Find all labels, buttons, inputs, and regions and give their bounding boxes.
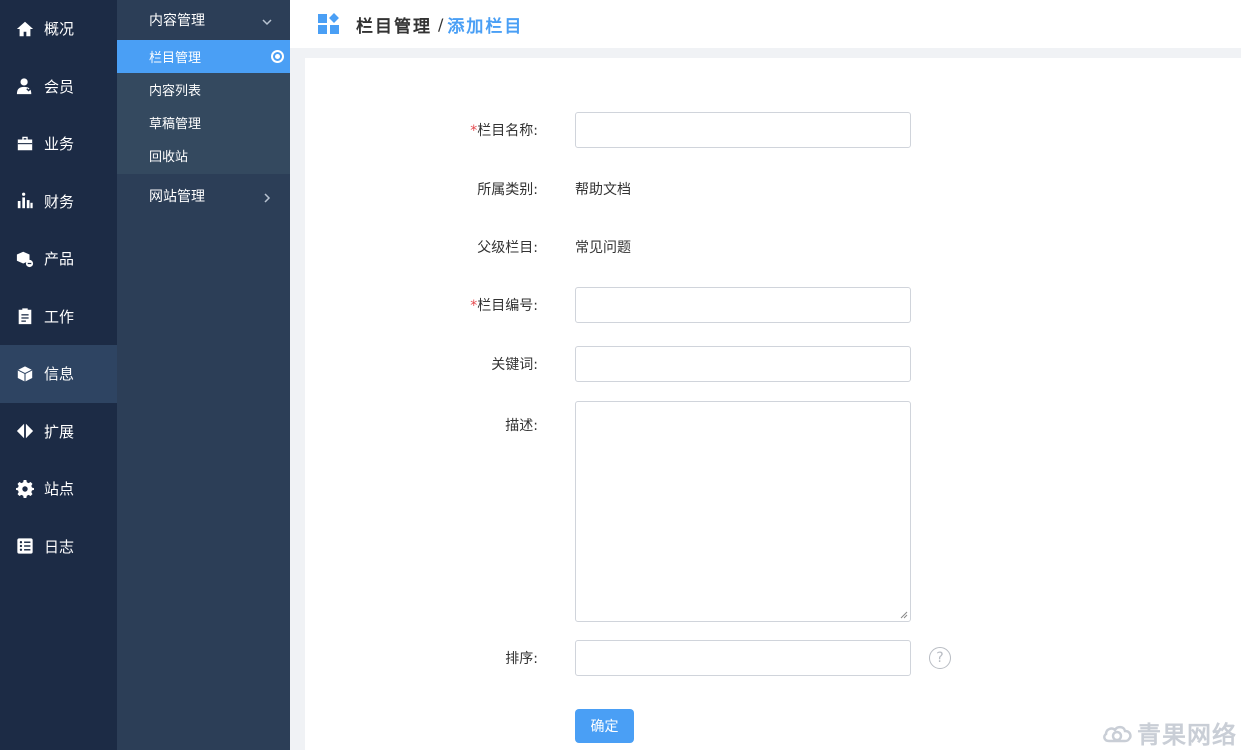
nav-label: 信息 — [44, 365, 75, 384]
field-label: 排序: — [505, 651, 538, 667]
help-question-icon[interactable]: ? — [929, 647, 951, 669]
page-header: 栏目管理 / 添加栏目 — [290, 0, 1241, 48]
resize-handle-icon[interactable] — [900, 611, 908, 619]
home-icon — [16, 20, 34, 38]
breadcrumb-separator: / — [438, 14, 444, 34]
nav-item-finance[interactable]: 财务 — [0, 173, 117, 231]
sub-item-column-management[interactable]: 栏目管理 — [117, 40, 290, 73]
sub-item-drafts[interactable]: 草稿管理 — [117, 106, 290, 139]
sort-order-input[interactable] — [575, 640, 911, 676]
column-code-input[interactable] — [575, 287, 911, 323]
field-label: *栏目名称: — [470, 123, 538, 139]
chevron-down-icon — [262, 15, 272, 26]
dashboard-grid-icon — [318, 13, 339, 34]
finance-chart-icon — [16, 192, 34, 210]
field-label: 关键词: — [491, 357, 538, 373]
nav-label: 业务 — [44, 135, 75, 154]
form-row-name: *栏目名称: — [305, 112, 1241, 148]
primary-sidebar: 概况 会员 业务 财务 产品 工作 信息 扩展 站点 日志 — [0, 0, 117, 750]
field-label: *栏目编号: — [470, 298, 538, 314]
breadcrumb-parent[interactable]: 栏目管理 — [356, 12, 432, 37]
nav-item-extension[interactable]: 扩展 — [0, 403, 117, 461]
menu-group-items: 栏目管理 内容列表 草稿管理 回收站 — [117, 40, 290, 174]
cube-icon — [16, 365, 34, 383]
nav-label: 产品 — [44, 250, 75, 269]
sub-item-label: 栏目管理 — [149, 51, 202, 66]
nav-label: 站点 — [44, 480, 75, 499]
field-label: 描述: — [505, 418, 538, 434]
cloud-logo-icon — [1103, 725, 1132, 742]
clipboard-icon — [16, 307, 34, 325]
description-textarea[interactable] — [575, 401, 911, 622]
briefcase-icon — [16, 135, 34, 153]
active-indicator-icon — [271, 50, 284, 63]
field-label: 父级栏目: — [477, 240, 538, 256]
category-value: 帮助文档 — [575, 182, 631, 198]
nav-item-members[interactable]: 会员 — [0, 58, 117, 116]
nav-item-products[interactable]: 产品 — [0, 230, 117, 288]
menu-group-title: 网站管理 — [149, 189, 205, 205]
nav-item-business[interactable]: 业务 — [0, 115, 117, 173]
form-row-keywords: 关键词: — [305, 346, 1241, 382]
parent-column-value: 常见问题 — [575, 240, 631, 256]
watermark-logo: 青果网络 — [1101, 715, 1237, 750]
chevron-right-icon — [262, 191, 272, 203]
nav-item-logs[interactable]: 日志 — [0, 518, 117, 576]
nav-label: 会员 — [44, 77, 75, 96]
keywords-input[interactable] — [575, 346, 911, 382]
breadcrumb-current: 添加栏目 — [447, 16, 524, 37]
nav-item-info[interactable]: 信息 — [0, 345, 117, 403]
watermark-text: 青果网络 — [1137, 721, 1237, 749]
confirm-button[interactable]: 确定 — [575, 709, 634, 743]
nav-label: 财务 — [44, 192, 75, 211]
sub-item-label: 内容列表 — [149, 84, 202, 99]
sub-item-content-list[interactable]: 内容列表 — [117, 73, 290, 106]
form-row-order: 排序: ? — [305, 640, 1241, 676]
column-name-input[interactable] — [575, 112, 911, 148]
field-label: 所属类别: — [477, 182, 538, 198]
nav-item-work[interactable]: 工作 — [0, 288, 117, 346]
expand-arrows-icon — [16, 422, 34, 440]
menu-group-content[interactable]: 内容管理 — [117, 0, 290, 40]
nav-item-overview[interactable]: 概况 — [0, 0, 117, 58]
user-icon — [16, 77, 34, 95]
form-row-description: 描述: — [305, 401, 1241, 622]
nav-label: 概况 — [44, 20, 75, 39]
gear-icon — [16, 479, 34, 498]
nav-label: 扩展 — [44, 422, 75, 441]
sub-item-label: 草稿管理 — [149, 117, 202, 132]
sub-item-label: 回收站 — [149, 150, 189, 165]
form-row-code: *栏目编号: — [305, 287, 1241, 323]
secondary-sidebar: 内容管理 栏目管理 内容列表 草稿管理 回收站 网站管理 — [117, 0, 290, 750]
product-box-icon — [16, 250, 34, 268]
nav-label: 工作 — [44, 307, 75, 326]
form-panel: *栏目名称: 所属类别: 帮助文档 父级栏目: 常见问题 *栏目编号: 关键词:… — [305, 58, 1241, 750]
sub-item-recycle-bin[interactable]: 回收站 — [117, 139, 290, 172]
form-row-parent: 父级栏目: 常见问题 — [305, 237, 1241, 257]
menu-group-title: 内容管理 — [149, 13, 205, 29]
nav-item-site[interactable]: 站点 — [0, 460, 117, 518]
menu-group-website[interactable]: 网站管理 — [117, 174, 290, 218]
log-list-icon — [16, 537, 34, 555]
form-row-category: 所属类别: 帮助文档 — [305, 179, 1241, 199]
nav-label: 日志 — [44, 537, 75, 556]
